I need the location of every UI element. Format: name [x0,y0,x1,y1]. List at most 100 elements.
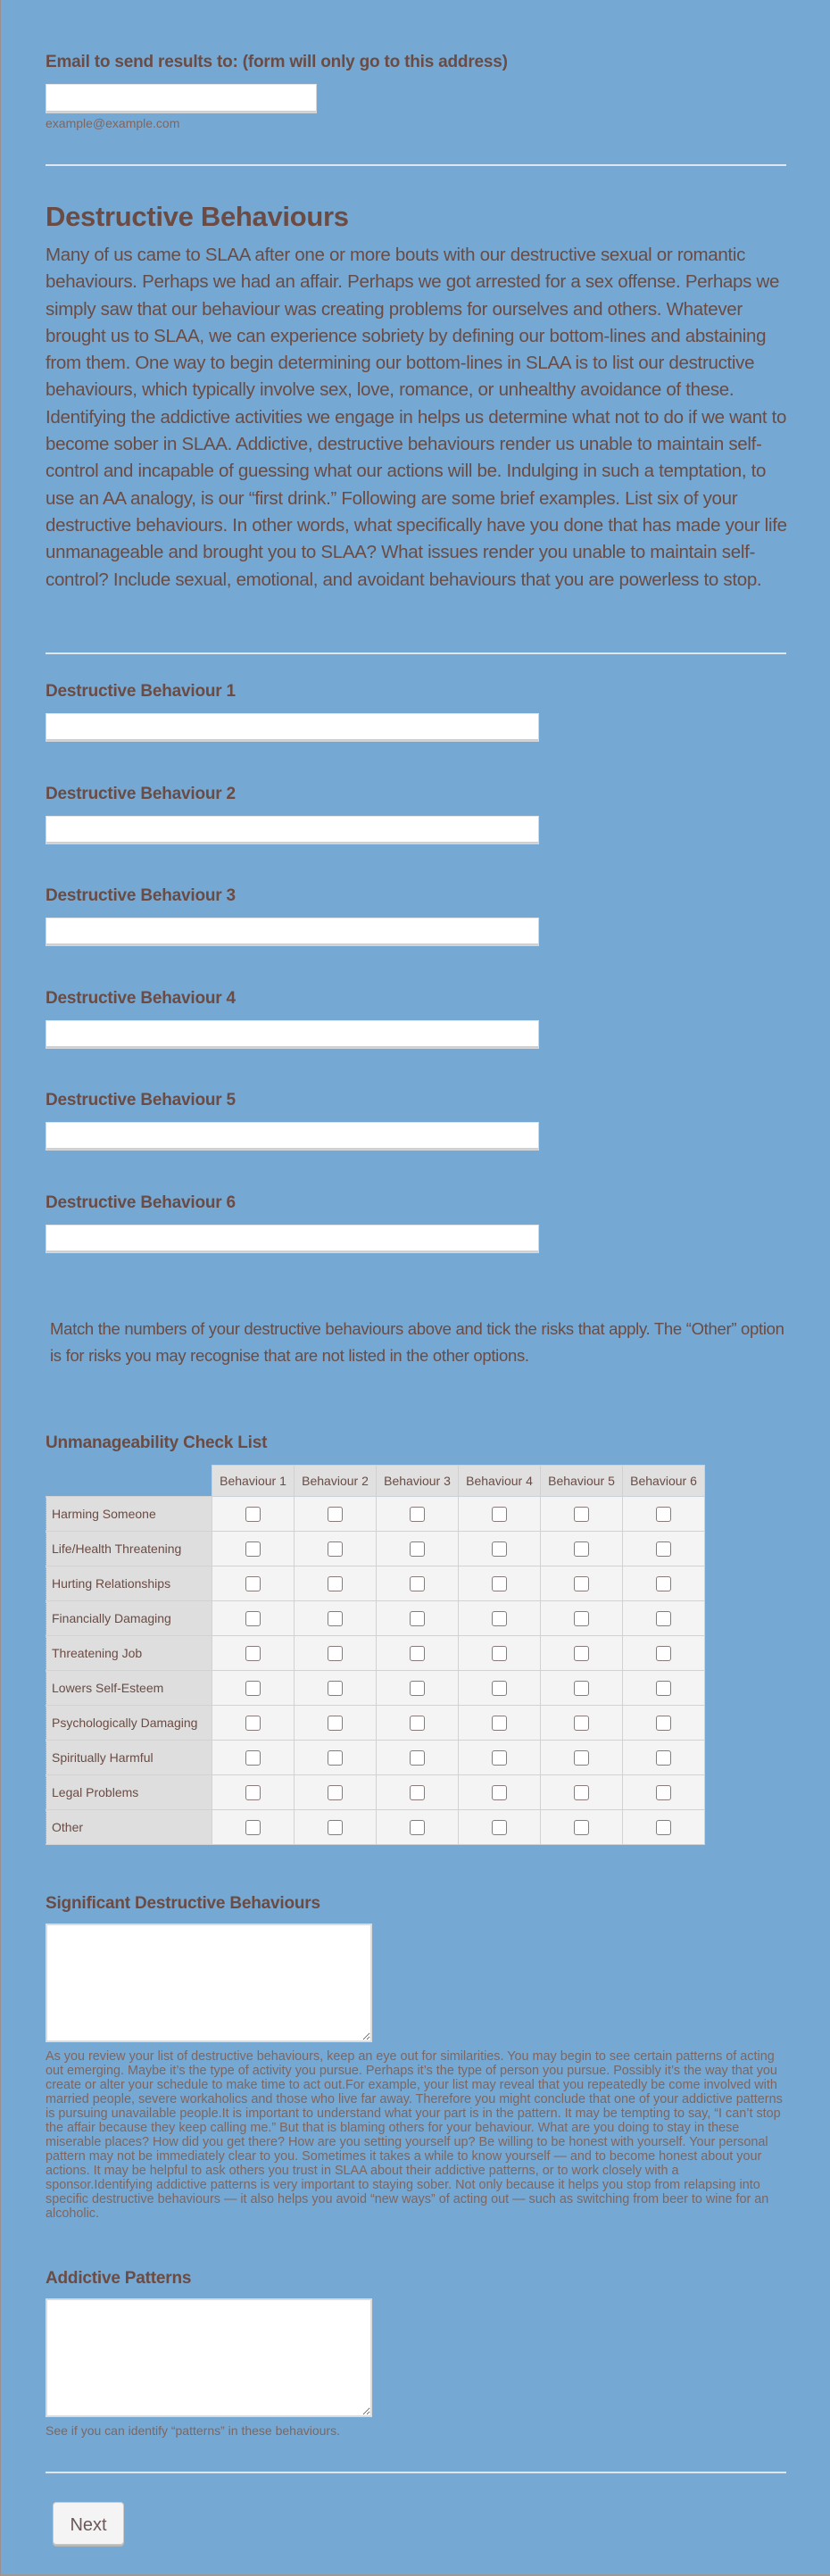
checkbox[interactable] [492,1610,507,1626]
checkbox[interactable] [328,1506,343,1522]
checkbox[interactable] [410,1575,425,1591]
checkbox[interactable] [656,1749,671,1766]
checkbox[interactable] [492,1680,507,1696]
checkbox[interactable] [328,1749,343,1766]
email-input[interactable] [46,84,317,113]
significant-textarea[interactable] [46,1924,372,2042]
checklist-cell [622,1531,705,1566]
checkbox[interactable] [656,1715,671,1731]
checklist-corner [46,1466,212,1497]
checkbox[interactable] [328,1819,343,1835]
checklist-cell [294,1670,377,1706]
checkbox[interactable] [656,1610,671,1626]
checkbox[interactable] [245,1610,261,1626]
checklist-cell [294,1774,377,1810]
next-button[interactable]: Next [53,2502,124,2545]
checklist-cell [622,1809,705,1845]
checkbox[interactable] [245,1715,261,1731]
checkbox[interactable] [492,1541,507,1557]
checkbox[interactable] [410,1784,425,1800]
checkbox[interactable] [656,1784,671,1800]
checkbox[interactable] [328,1575,343,1591]
divider [46,2472,786,2473]
checkbox[interactable] [574,1749,589,1766]
checklist-column-header: Behaviour 2 [294,1465,377,1497]
checkbox[interactable] [410,1541,425,1557]
checklist-row-label: Spiritually Harmful [46,1740,212,1775]
checkbox[interactable] [245,1819,261,1835]
checkbox[interactable] [656,1819,671,1835]
checklist-row: Lowers Self-Esteem [46,1670,705,1706]
behaviour-input-1[interactable] [46,713,539,742]
behaviour-label: Destructive Behaviour 1 [46,682,236,701]
checkbox[interactable] [245,1645,261,1661]
intro-paragraph: Many of us came to SLAA after one or mor… [46,245,787,590]
checkbox[interactable] [492,1506,507,1522]
checkbox[interactable] [574,1819,589,1835]
checklist-cell [622,1496,705,1532]
checkbox[interactable] [328,1610,343,1626]
unmanageability-checklist: Behaviour 1 Behaviour 2 Behaviour 3 Behavio… [46,1465,705,1845]
checkbox[interactable] [328,1715,343,1731]
checkbox[interactable] [574,1680,589,1696]
checklist-row-label: Life/Health Threatening [46,1531,212,1566]
checkbox[interactable] [410,1680,425,1696]
checkbox[interactable] [656,1645,671,1661]
checkbox[interactable] [410,1819,425,1835]
behaviour-input-5[interactable] [46,1122,539,1151]
checklist-cell [294,1635,377,1671]
checkbox[interactable] [245,1575,261,1591]
checklist-row: Threatening Job [46,1635,705,1671]
checkbox[interactable] [492,1575,507,1591]
checkbox[interactable] [245,1784,261,1800]
checkbox[interactable] [328,1680,343,1696]
checkbox[interactable] [656,1680,671,1696]
checklist-cell [622,1705,705,1741]
checkbox[interactable] [574,1645,589,1661]
checkbox[interactable] [492,1784,507,1800]
behaviour-input-2[interactable] [46,815,539,844]
checkbox[interactable] [328,1784,343,1800]
checklist-cell [376,1566,459,1601]
checkbox[interactable] [410,1749,425,1766]
checkbox[interactable] [492,1645,507,1661]
checkbox[interactable] [492,1715,507,1731]
behaviour-input-4[interactable] [46,1019,539,1049]
checkbox[interactable] [492,1749,507,1766]
checkbox[interactable] [574,1715,589,1731]
checkbox[interactable] [656,1541,671,1557]
checklist-cell [294,1740,377,1775]
checklist-cell [376,1496,459,1532]
checkbox[interactable] [328,1645,343,1661]
checkbox[interactable] [574,1541,589,1557]
checkbox[interactable] [328,1541,343,1557]
behaviour-label: Destructive Behaviour 4 [46,988,236,1008]
behaviour-input-3[interactable] [46,918,539,947]
checkbox[interactable] [656,1575,671,1591]
checkbox[interactable] [245,1749,261,1766]
checklist-cell [458,1774,541,1810]
checklist-cell [622,1774,705,1810]
email-label: Email to send results to: (form will onl… [46,53,508,71]
checklist-cell [212,1531,295,1566]
checkbox[interactable] [410,1645,425,1661]
checkbox[interactable] [410,1715,425,1731]
checkbox[interactable] [656,1506,671,1522]
patterns-textarea[interactable] [46,2298,372,2417]
checkbox[interactable] [492,1819,507,1835]
checkbox[interactable] [245,1541,261,1557]
behaviour-label: Destructive Behaviour 6 [46,1193,236,1212]
checkbox[interactable] [410,1610,425,1626]
checkbox[interactable] [245,1506,261,1522]
behaviour-input-6[interactable] [46,1225,539,1253]
checkbox[interactable] [410,1506,425,1522]
checklist-cell [294,1705,377,1741]
checklist-cell [458,1705,541,1741]
checkbox[interactable] [245,1680,261,1696]
checkbox[interactable] [574,1506,589,1522]
checkbox[interactable] [574,1575,589,1591]
checklist-column-header: Behaviour 3 [376,1465,459,1497]
checkbox[interactable] [574,1784,589,1800]
checklist-cell [622,1600,705,1636]
checkbox[interactable] [574,1610,589,1626]
